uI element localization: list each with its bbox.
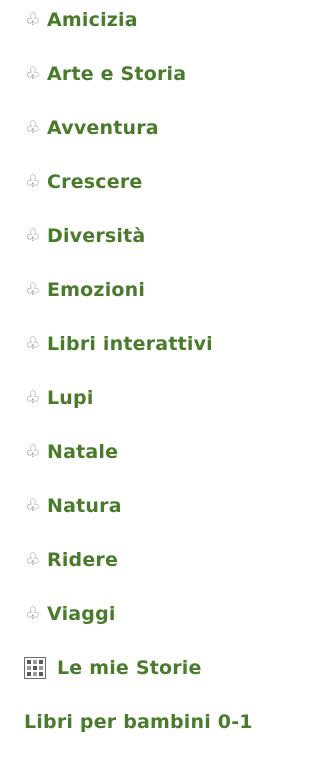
menu-item-viaggi[interactable]: ♧ Viaggi [24, 599, 116, 629]
clover-icon: ♧ [25, 64, 41, 84]
clover-icon: ♧ [25, 226, 41, 246]
menu-item-amicizia[interactable]: ♧ Amicizia [24, 5, 138, 35]
menu-item-crescere[interactable]: ♧ Crescere [24, 167, 143, 197]
clover-icon: ♧ [25, 604, 41, 624]
category-menu: ♧ Amicizia ♧ Arte e Storia ♧ Avventura ♧… [24, 0, 323, 767]
menu-item-emozioni[interactable]: ♧ Emozioni [24, 275, 145, 305]
menu-item-arte-e-storia[interactable]: ♧ Arte e Storia [24, 59, 186, 89]
menu-item-label: Le mie Storie [57, 657, 202, 679]
menu-item-natura[interactable]: ♧ Natura [24, 491, 122, 521]
menu-item-label: Arte e Storia [47, 63, 187, 85]
grid-icon [24, 657, 46, 679]
clover-icon: ♧ [25, 280, 41, 300]
menu-item-label: Emozioni [47, 279, 146, 301]
menu-item-label: Avventura [47, 117, 159, 139]
menu-item-diversita[interactable]: ♧ Diversità [24, 221, 145, 251]
menu-item-label: Lupi [47, 387, 94, 409]
clover-icon: ♧ [25, 118, 41, 138]
menu-item-label: Libri per bambini 0-1 [24, 711, 253, 733]
menu-item-libri-per-bambini[interactable]: Libri per bambini 0-1 [24, 707, 253, 737]
menu-item-ridere[interactable]: ♧ Ridere [24, 545, 118, 575]
clover-icon: ♧ [25, 10, 41, 30]
menu-item-avventura[interactable]: ♧ Avventura [24, 113, 159, 143]
menu-item-lupi[interactable]: ♧ Lupi [24, 383, 94, 413]
menu-item-label: Natale [47, 441, 119, 463]
menu-item-libri-interattivi[interactable]: ♧ Libri interattivi [24, 329, 213, 359]
menu-item-le-mie-storie[interactable]: Le mie Storie [24, 653, 202, 683]
clover-icon: ♧ [25, 172, 41, 192]
menu-item-label: Viaggi [47, 603, 116, 625]
clover-icon: ♧ [25, 388, 41, 408]
menu-item-label: Ridere [47, 549, 119, 571]
clover-icon: ♧ [25, 496, 41, 516]
menu-item-label: Natura [47, 495, 122, 517]
clover-icon: ♧ [25, 442, 41, 462]
menu-item-label: Libri interattivi [47, 333, 213, 355]
menu-item-label: Diversità [47, 225, 146, 247]
clover-icon: ♧ [25, 334, 41, 354]
menu-item-label: Amicizia [47, 9, 138, 31]
menu-item-label: Crescere [47, 171, 143, 193]
menu-item-natale[interactable]: ♧ Natale [24, 437, 118, 467]
clover-icon: ♧ [25, 550, 41, 570]
